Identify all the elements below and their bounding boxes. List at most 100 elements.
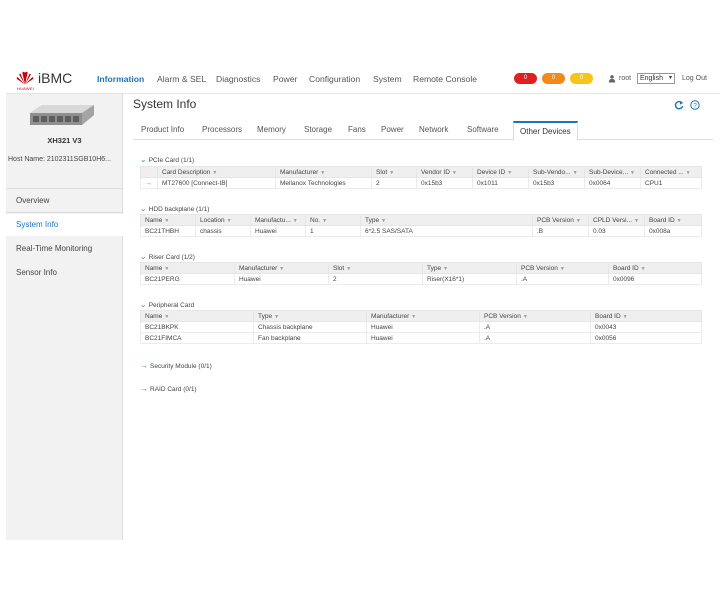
major-alarm-badge[interactable]: 0 [542, 73, 565, 84]
table-cell: 0x0096 [608, 273, 702, 285]
column-header[interactable]: Manufacturer ▼ [275, 166, 372, 178]
nav-alarm-sel[interactable]: Alarm & SEL [157, 74, 206, 84]
table-cell: 2 [328, 273, 423, 285]
column-header[interactable]: Sub-Vendo... ▼ [528, 166, 585, 178]
column-header[interactable]: Type ▼ [422, 262, 517, 274]
hdd-backplane-table: Name ▼ Location ▼ Manufactu... ▼ No. ▼ Type ▼… [140, 214, 702, 237]
column-header[interactable]: Vendor ID ▼ [416, 166, 473, 178]
tab-processors[interactable]: Processors [202, 125, 242, 134]
column-header[interactable]: Connected ... ▼ [640, 166, 702, 178]
help-icon[interactable]: ? [690, 100, 700, 110]
table-cell: MT27600 [Connect-IB] [157, 177, 276, 189]
table-cell: 0x0056 [590, 332, 702, 344]
table-cell: 0x15b3 [416, 177, 473, 189]
user-name: root [619, 75, 632, 82]
tab-network[interactable]: Network [419, 125, 448, 134]
sidebar-item-real-time-monitoring[interactable]: Real-Time Monitoring [6, 238, 123, 260]
table-row: BC21THBH chassis Huawei 1 6*2.5 SAS/SATA… [140, 225, 702, 237]
product-name: iBMC [38, 70, 73, 86]
nav-configuration[interactable]: Configuration [309, 74, 360, 84]
svg-text:?: ? [693, 102, 697, 109]
riser-card-section-header[interactable]: ⌄ Riser Card (1/2) [140, 252, 195, 261]
column-header[interactable]: Name ▼ [140, 214, 196, 226]
column-header[interactable]: PCB Version ▼ [532, 214, 589, 226]
server-image [30, 105, 94, 125]
tab-power[interactable]: Power [381, 125, 404, 134]
table-cell: Fan backplane [253, 332, 367, 344]
table-cell: 6*2.5 SAS/SATA [360, 225, 533, 237]
column-header[interactable]: Manufacturer ▼ [234, 262, 329, 274]
nav-information[interactable]: Information [97, 74, 144, 84]
riser-card-title: Riser Card (1/2) [148, 254, 195, 261]
column-header[interactable]: Location ▼ [195, 214, 251, 226]
host-name: Host Name: 2102311SGB10H6... [8, 156, 111, 163]
table-cell: .A [479, 332, 591, 344]
nav-remote-console[interactable]: Remote Console [413, 74, 477, 84]
language-select[interactable]: English ▾ [637, 73, 675, 84]
tab-other-devices[interactable]: Other Devices [513, 121, 578, 141]
sidebar-item-system-info[interactable]: System Info [6, 214, 123, 236]
peripheral-card-title: Peripheral Card [148, 302, 195, 309]
table-cell: Riser(X16*1) [422, 273, 517, 285]
column-header[interactable]: Sub-Device... ▼ [584, 166, 641, 178]
refresh-icon[interactable] [674, 100, 684, 110]
hdd-backplane-section-header[interactable]: ⌄ HDD backplane (1/1) [140, 204, 209, 213]
peripheral-card-section-header[interactable]: ⌄ Peripheral Card [140, 300, 194, 309]
logout-link[interactable]: Log Out [682, 75, 707, 82]
table-cell: Huawei [234, 273, 329, 285]
table-cell: 0.03 [588, 225, 645, 237]
pcie-card-section-header[interactable]: ⌄ PCIe Card (1/1) [140, 155, 194, 164]
chevron-right-icon: → [140, 361, 148, 370]
security-module-title: Security Module (0/1) [150, 363, 212, 370]
table-cell: 2 [371, 177, 417, 189]
minor-alarm-badge[interactable]: 0 [570, 73, 593, 84]
nav-power[interactable]: Power [273, 74, 297, 84]
table-row: BC21FIMCA Fan backplane Huawei .A 0x0056 [140, 332, 702, 344]
column-header[interactable]: Type ▼ [360, 214, 533, 226]
security-module-section-header[interactable]: → Security Module (0/1) [140, 361, 212, 370]
table-cell: CPU1 [640, 177, 702, 189]
tab-fans[interactable]: Fans [348, 125, 366, 134]
tab-product-info[interactable]: Product Info [141, 125, 184, 134]
pcie-card-title: PCIe Card (1/1) [148, 157, 195, 164]
table-cell: 0x008a [644, 225, 702, 237]
nav-diagnostics[interactable]: Diagnostics [216, 74, 260, 84]
column-header[interactable]: CPLD Versi... ▼ [588, 214, 645, 226]
column-header[interactable]: Name ▼ [140, 262, 235, 274]
page-title: System Info [133, 97, 197, 111]
column-header[interactable]: PCB Version ▼ [516, 262, 609, 274]
table-header-row: Card Description ▼ Manufacturer ▼ Slot ▼ Ve… [140, 166, 702, 178]
tab-storage[interactable]: Storage [304, 125, 332, 134]
column-header[interactable]: Name ▼ [140, 310, 254, 322]
table-cell: BC21PERG [140, 273, 235, 285]
column-header[interactable]: PCB Version ▼ [479, 310, 591, 322]
peripheral-card-table: Name ▼ Type ▼ Manufacturer ▼ PCB Version ▼ B… [140, 310, 702, 344]
divider [6, 188, 123, 189]
riser-card-table: Name ▼ Manufacturer ▼ Slot ▼ Type ▼ PCB Vers… [140, 262, 702, 285]
sidebar-item-overview[interactable]: Overview [6, 190, 123, 212]
column-header[interactable]: Board ID ▼ [608, 262, 702, 274]
critical-alarm-badge[interactable]: 0 [514, 73, 537, 84]
raid-card-section-header[interactable]: → RAID Card (0/1) [140, 384, 197, 393]
column-header[interactable]: Board ID ▼ [590, 310, 702, 322]
column-header[interactable]: Board ID ▼ [644, 214, 702, 226]
nav-system[interactable]: System [373, 74, 402, 84]
raid-card-title: RAID Card (0/1) [150, 386, 197, 393]
column-header[interactable]: Manufactu... ▼ [250, 214, 306, 226]
tab-memory[interactable]: Memory [257, 125, 286, 134]
column-header[interactable]: Manufacturer ▼ [366, 310, 480, 322]
column-header[interactable]: Device ID ▼ [472, 166, 529, 178]
column-header[interactable]: No. ▼ [305, 214, 361, 226]
expand-row-icon[interactable]: → [140, 177, 158, 189]
column-header[interactable]: Slot ▼ [328, 262, 423, 274]
column-header[interactable]: Type ▼ [253, 310, 367, 322]
tab-software[interactable]: Software [467, 125, 499, 134]
column-header[interactable]: Slot ▼ [371, 166, 417, 178]
sidebar-item-sensor-info[interactable]: Sensor Info [6, 262, 123, 284]
table-cell: chassis [195, 225, 251, 237]
table-cell: .B [532, 225, 589, 237]
column-header[interactable]: Card Description ▼ [157, 166, 276, 178]
table-row: BC21PERG Huawei 2 Riser(X16*1) .A 0x0096 [140, 273, 702, 285]
table-cell: BC21FIMCA [140, 332, 254, 344]
table-cell: Chassis backplane [253, 321, 367, 333]
